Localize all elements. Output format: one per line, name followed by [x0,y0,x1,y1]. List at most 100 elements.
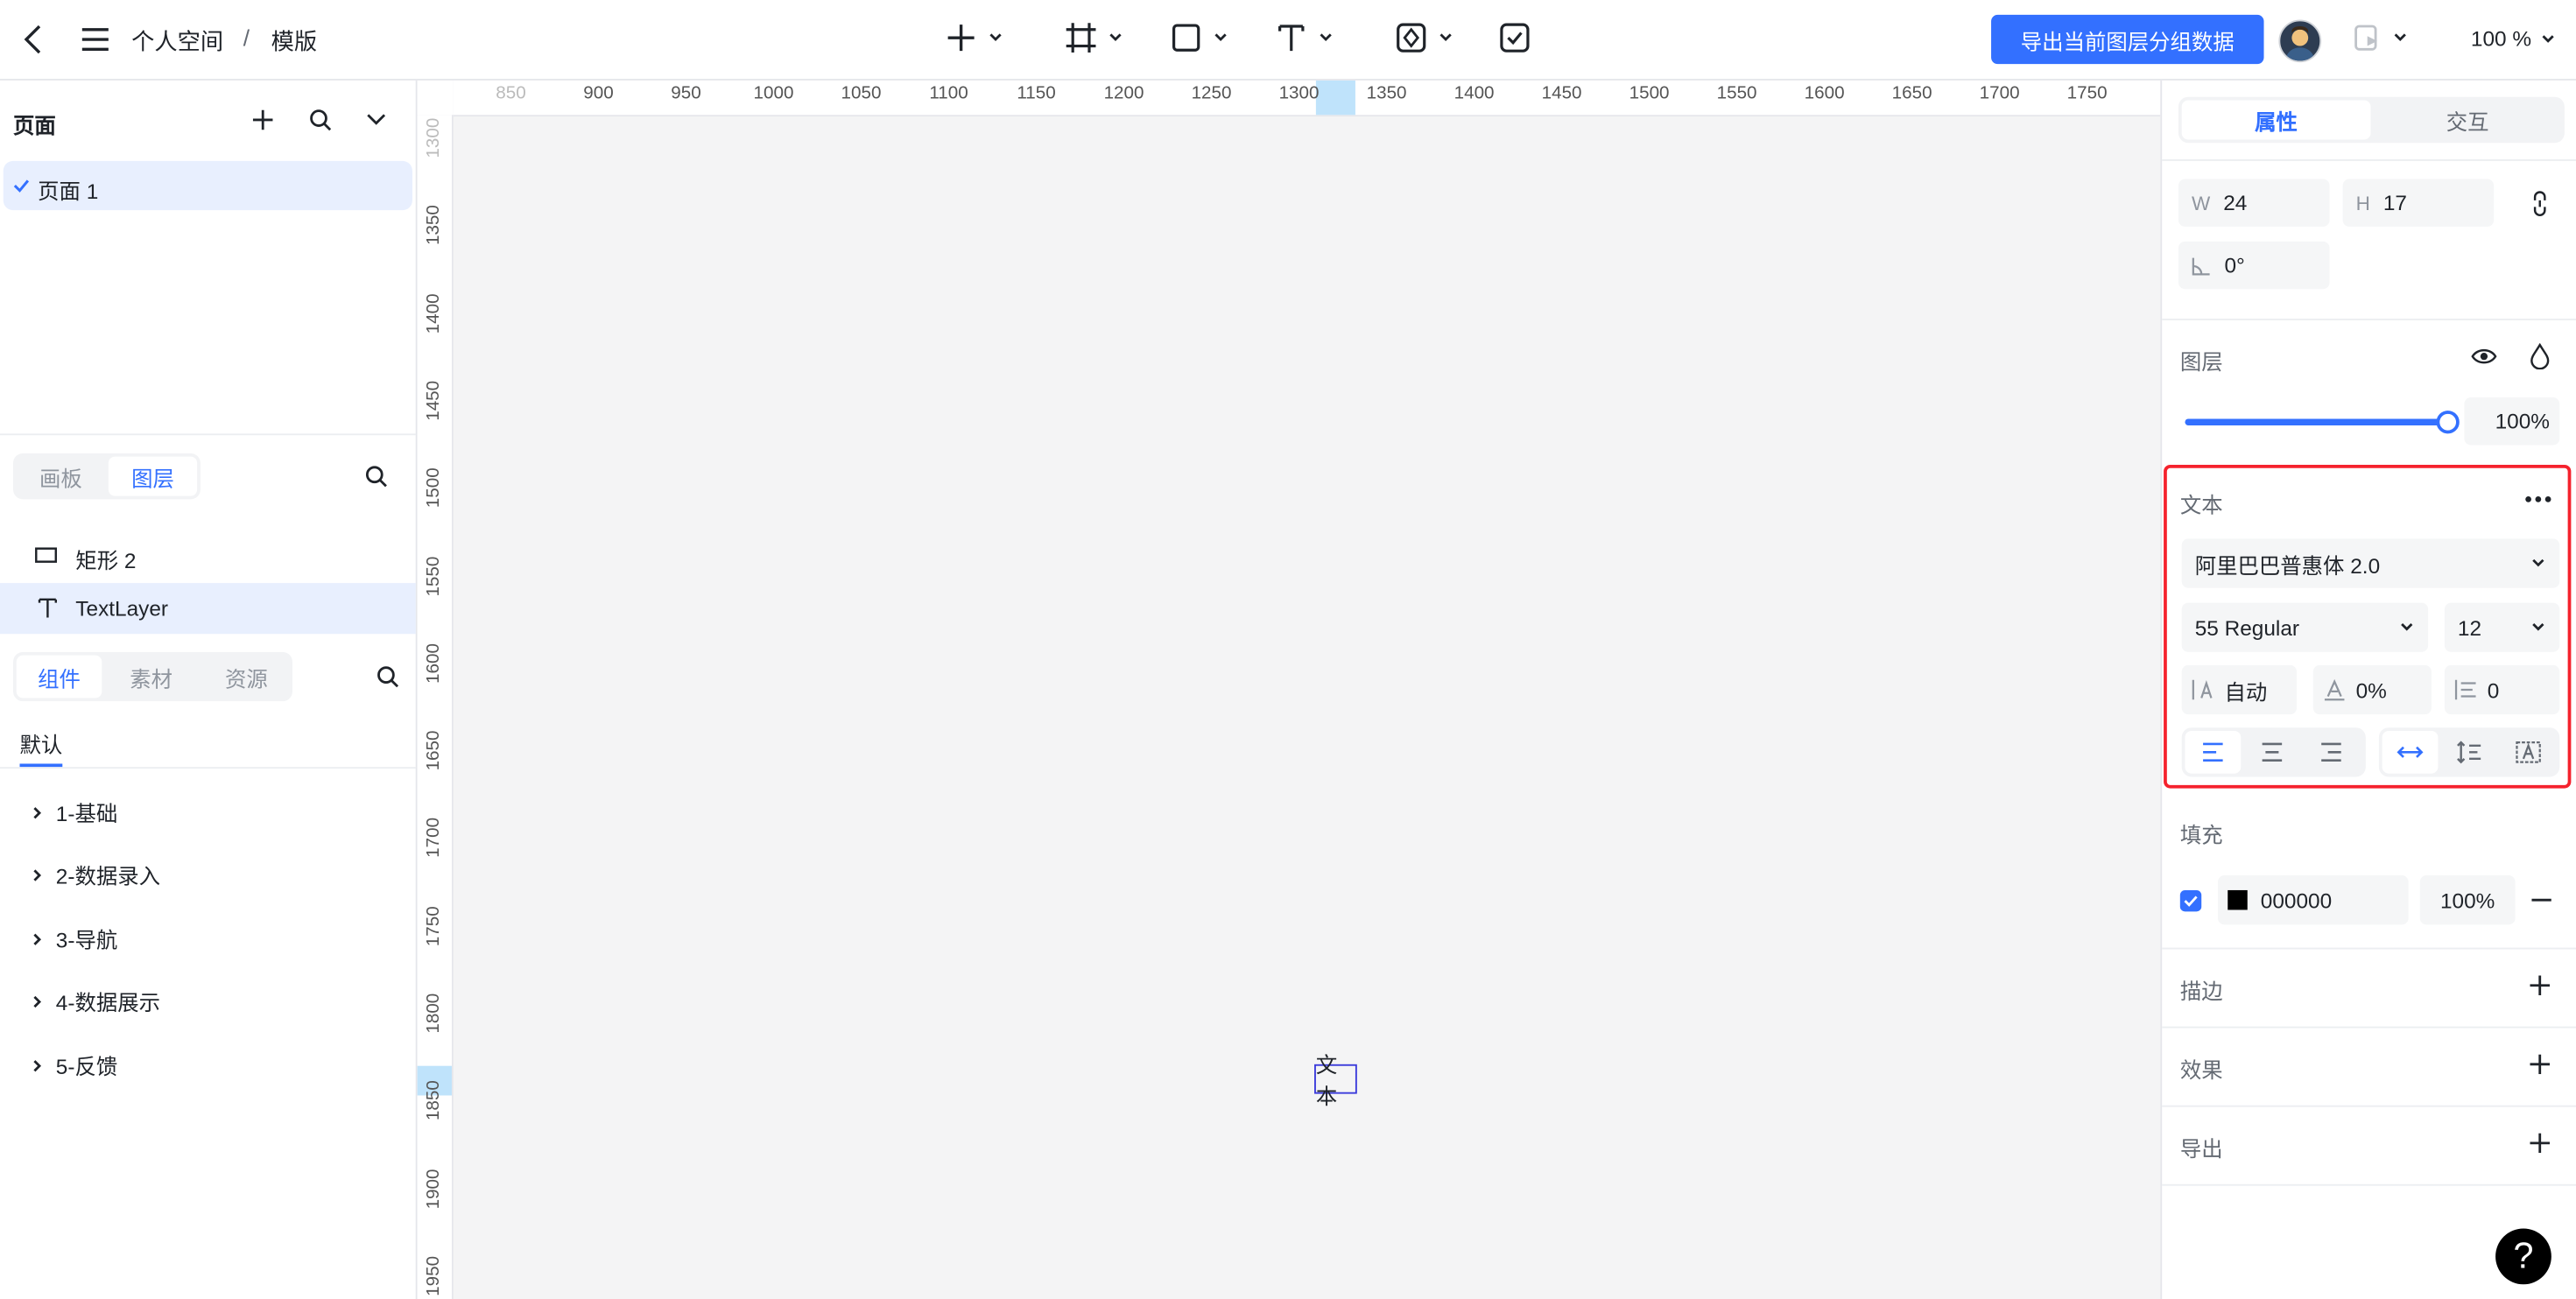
vertical-ruler[interactable]: 1300 1350 1400 1450 1500 1550 1600 1650 1700 1750… [417,115,454,1299]
zoom-level[interactable]: 100 % [2471,26,2531,51]
ruler-tick-label: 1600 [1804,83,1845,104]
rotation-value: 0° [2224,252,2245,278]
add-export-icon[interactable] [2530,1133,2550,1154]
layer-row[interactable]: 矩形 2 [0,530,416,579]
tab-components[interactable]: 组件 [16,655,102,699]
effect-section-title: 效果 [2179,1057,2223,1083]
rectangle-icon [34,547,58,564]
tab-layers[interactable]: 图层 [108,456,198,496]
horizontal-ruler[interactable]: 850 900 950 1000 1050 1100 1150 1200 1250 1300 135… [453,80,2161,117]
back-icon[interactable] [20,23,50,56]
height-field[interactable]: H 17 [2342,179,2495,227]
add-tool[interactable] [945,21,1004,54]
layer-row-selected[interactable]: TextLayer [0,583,416,635]
component-icon [1395,21,1428,54]
width-field[interactable]: W 24 [2178,179,2330,227]
divider [2162,318,2576,320]
divider [2162,1183,2576,1186]
component-group[interactable]: 2-数据录入 [30,859,160,890]
tab-properties[interactable]: 属性 [2181,100,2371,140]
left-panel: 页面 页面 1 画板 图层 矩形 2 TextLayer 组件 素材 资源 默认 [0,80,418,1299]
page-item-label: 页面 1 [38,179,99,204]
shape-tool[interactable] [1170,21,1229,54]
fill-opacity-field[interactable]: 100% [2419,875,2516,925]
width-value: 24 [2223,190,2248,215]
play-icon [2353,23,2382,53]
rotation-field[interactable]: 0° [2178,241,2330,290]
add-effect-icon[interactable] [2530,1054,2550,1075]
add-stroke-icon[interactable] [2530,975,2550,996]
ruler-tick-label: 1750 [2066,83,2108,104]
opacity-slider-thumb[interactable] [2436,411,2460,434]
ruler-tick-label: 1550 [1716,83,1757,104]
ruler-tick-label: 1150 [1017,83,1056,104]
tab-artboard[interactable]: 画板 [17,457,105,496]
divider [2162,1026,2576,1029]
rectangle-icon [1170,21,1203,54]
opacity-slider[interactable] [2185,411,2460,434]
pages-title: 页面 [13,113,56,138]
text-tool[interactable] [1275,21,1334,54]
canvas-text-layer[interactable]: 文本 [1314,1053,1357,1108]
tab-interaction[interactable]: 交互 [2374,100,2561,139]
add-page-icon[interactable] [251,109,274,131]
ruler-tick-label: 1700 [1979,83,2020,104]
menu-icon[interactable] [79,25,112,54]
component-group-label: 3-导航 [55,928,118,953]
component-tool[interactable] [1395,21,1454,54]
export-section-title: 导出 [2179,1136,2223,1162]
tab-resources[interactable]: 资源 [204,656,290,699]
chevron-right-icon [30,804,46,820]
tab-materials[interactable]: 素材 [109,656,194,699]
width-label: W [2191,191,2211,214]
app-window: 个人空间 / 模版 导出当前图层分组数据 100 % 页面 页面 1 画板 图层… [0,0,2576,1299]
search-icon[interactable] [309,109,332,131]
ruler-tick-label: 1450 [1541,83,1582,104]
remove-fill-icon[interactable] [2531,898,2551,902]
check-icon [2184,894,2199,909]
layer-label: TextLayer [75,596,169,621]
component-group[interactable]: 5-反馈 [30,1050,117,1081]
component-group[interactable]: 4-数据展示 [30,986,160,1017]
frame-tool[interactable] [1065,21,1124,54]
text-icon [1275,21,1308,54]
subtab-default[interactable]: 默认 [20,727,63,759]
ai-check-icon[interactable] [1498,21,1531,54]
breadcrumb-space[interactable]: 个人空间 [131,25,223,58]
fill-color-swatch[interactable] [2228,889,2248,910]
ruler-tick-label: 1350 [1366,83,1407,104]
divider [2162,947,2576,950]
search-icon[interactable] [377,665,399,688]
lock-ratio-icon[interactable] [2530,191,2550,217]
avatar[interactable] [2278,19,2322,63]
chevron-down-icon [1213,30,1229,46]
page-item-1[interactable]: 页面 1 [3,160,412,211]
component-group[interactable]: 1-基础 [30,797,117,828]
fill-enabled-checkbox[interactable] [2179,889,2202,912]
fill-color-field[interactable]: 000000 [2217,875,2409,925]
eye-icon[interactable] [2471,347,2497,367]
chevron-down-icon [1108,30,1124,46]
blend-mode-icon[interactable] [2530,343,2550,370]
ruler-tick-label: 1100 [929,83,968,104]
export-layer-group-button[interactable]: 导出当前图层分组数据 [1991,14,2264,65]
search-icon[interactable] [365,465,388,488]
canvas[interactable] [453,116,2161,1299]
chevron-down-icon[interactable] [365,112,388,129]
breadcrumb-file[interactable]: 模版 [271,25,318,58]
component-group-label: 1-基础 [55,801,118,826]
plus-icon [945,21,978,54]
height-label: H [2355,191,2370,214]
divider [0,767,416,769]
chevron-down-icon[interactable] [2540,32,2557,48]
component-group[interactable]: 3-导航 [30,923,117,954]
opacity-slider-fill [2185,418,2448,425]
opacity-field[interactable]: 100% [2464,397,2560,446]
component-group-label: 4-数据展示 [55,990,161,1015]
ruler-tick-label: 1050 [841,83,882,104]
ruler-tick-label: 1200 [1103,83,1144,104]
stroke-section-title: 描边 [2179,979,2223,1004]
chevron-right-icon [30,993,46,1009]
present-button[interactable] [2353,23,2409,53]
help-button[interactable]: ? [2495,1228,2551,1285]
